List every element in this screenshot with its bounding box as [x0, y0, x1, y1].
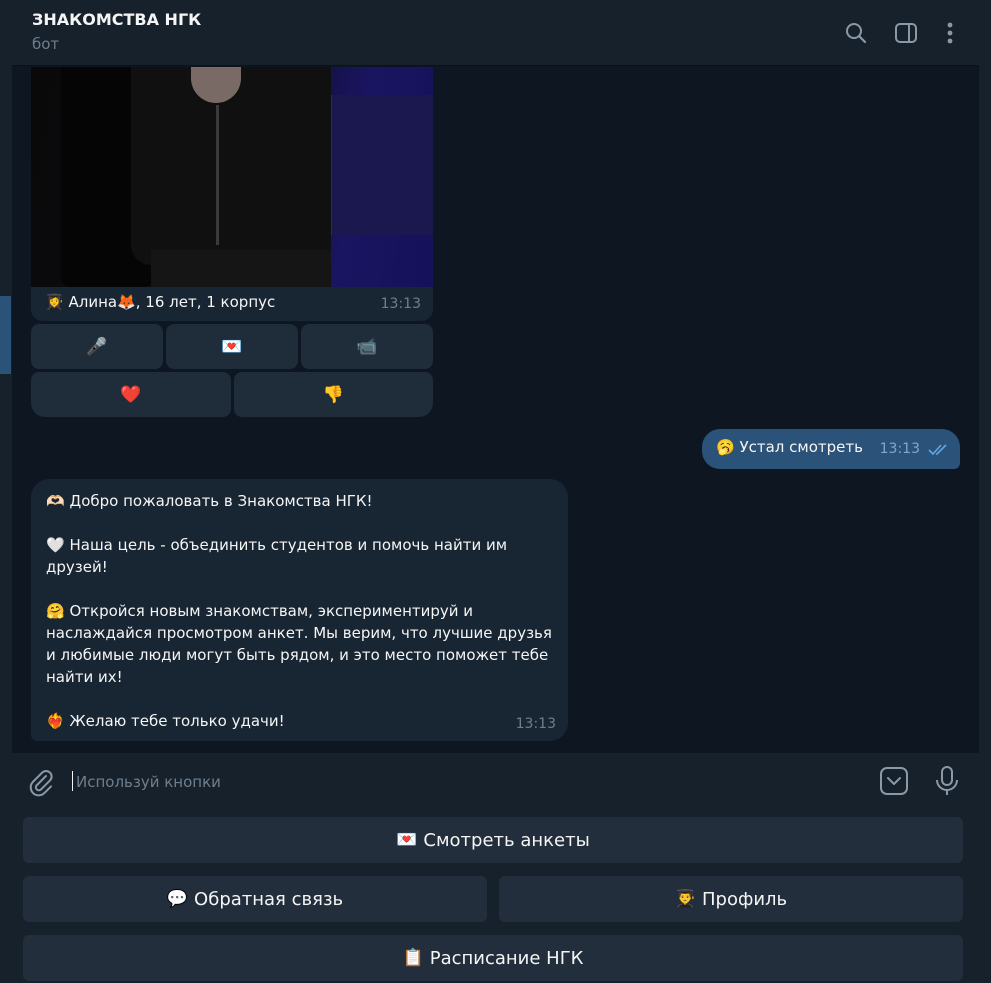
message-time: 13:13 [879, 441, 920, 457]
read-checks-icon [928, 442, 950, 460]
messages-area[interactable]: 👩‍🎓 Алина🦊, 16 лет, 1 корпус 13:13 🎤 💌 📹… [12, 67, 979, 753]
caption-emoji: 👩‍🎓 [45, 293, 64, 311]
dislike-button[interactable]: 👎 [233, 372, 433, 417]
browse-profiles-button[interactable]: 💌 Смотреть анкеты [23, 817, 963, 863]
goal-line: 🤍 Наша цель - объединить студентов и пом… [46, 536, 508, 576]
video-button[interactable]: 📹 [301, 324, 433, 369]
chat-subtitle: бот [32, 35, 60, 53]
chat-title[interactable]: ЗНАКОМСТВА НГК [32, 10, 201, 29]
feedback-button[interactable]: 💬 Обратная связь [23, 876, 487, 922]
button-label: Обратная связь [194, 888, 344, 910]
chat-header[interactable]: ЗНАКОМСТВА НГК бот [12, 0, 979, 66]
student-icon: 👨‍🎓 [674, 889, 696, 909]
luck-line: ❤️‍🔥 Желаю тебе только удачи! [46, 712, 285, 730]
bot-keyboard-toggle-icon[interactable] [879, 766, 911, 798]
search-icon[interactable] [841, 18, 871, 48]
composer: 💌 Смотреть анкеты 💬 Обратная связь 👨‍🎓 П… [12, 753, 991, 983]
clipboard-icon: 📋 [402, 948, 424, 968]
speech-bubble-icon: 💬 [166, 889, 189, 909]
welcome-message[interactable]: 🫶🏻 Добро пожаловать в Знакомства НГК! 🤍 … [31, 479, 568, 741]
microphone-icon[interactable] [933, 765, 965, 799]
voice-button[interactable]: 🎤 [31, 324, 163, 369]
button-label: Профиль [701, 888, 788, 910]
message-input-box[interactable] [70, 767, 850, 797]
message-time: 13:13 [515, 716, 556, 732]
right-edge [979, 0, 991, 753]
like-button[interactable]: ❤️ [31, 372, 231, 417]
profile-photo[interactable] [31, 67, 433, 287]
schedule-button[interactable]: 📋 Расписание НГК [23, 935, 963, 981]
love-letter-icon: 💌 [396, 830, 418, 850]
more-options-icon[interactable] [935, 18, 965, 48]
paperclip-icon[interactable] [26, 767, 56, 797]
fox-emoji: 🦊 [117, 293, 136, 311]
inline-keyboard-row: 🎤 💌 📹 [31, 324, 433, 369]
message-time: 13:13 [380, 296, 421, 312]
yawn-emoji: 🥱 [716, 438, 735, 456]
message-input[interactable] [76, 767, 846, 797]
sidebar-toggle-icon[interactable] [891, 18, 921, 48]
photo-caption: 👩‍🎓 Алина🦊, 16 лет, 1 корпус 13:13 [31, 287, 433, 321]
welcome-line: 🫶🏻 Добро пожаловать в Знакомства НГК! [46, 492, 373, 510]
letter-button[interactable]: 💌 [166, 324, 298, 369]
caption-name: Алина [68, 293, 118, 311]
encourage-line: 🤗 Откройся новым знакомствам, эксперимен… [46, 602, 552, 686]
message-text: Устал смотреть [739, 438, 863, 456]
profile-button[interactable]: 👨‍🎓 Профиль [499, 876, 963, 922]
text-caret [72, 771, 73, 791]
telegram-window: ЗНАКОМСТВА НГК бот 👩‍🎓 Алина🦊, 16 [0, 0, 991, 983]
photo-message: 👩‍🎓 Алина🦊, 16 лет, 1 корпус 13:13 🎤 💌 📹… [31, 67, 433, 417]
active-chat-indicator[interactable] [0, 296, 11, 374]
outgoing-message[interactable]: 🥱 Устал смотреть 13:13 [702, 429, 960, 469]
button-label: Расписание НГК [429, 947, 584, 969]
button-label: Смотреть анкеты [423, 829, 590, 851]
inline-keyboard-row: ❤️ 👎 [31, 372, 433, 417]
chat-list-edge [0, 0, 12, 983]
caption-details: , 16 лет, 1 корпус [135, 293, 276, 311]
